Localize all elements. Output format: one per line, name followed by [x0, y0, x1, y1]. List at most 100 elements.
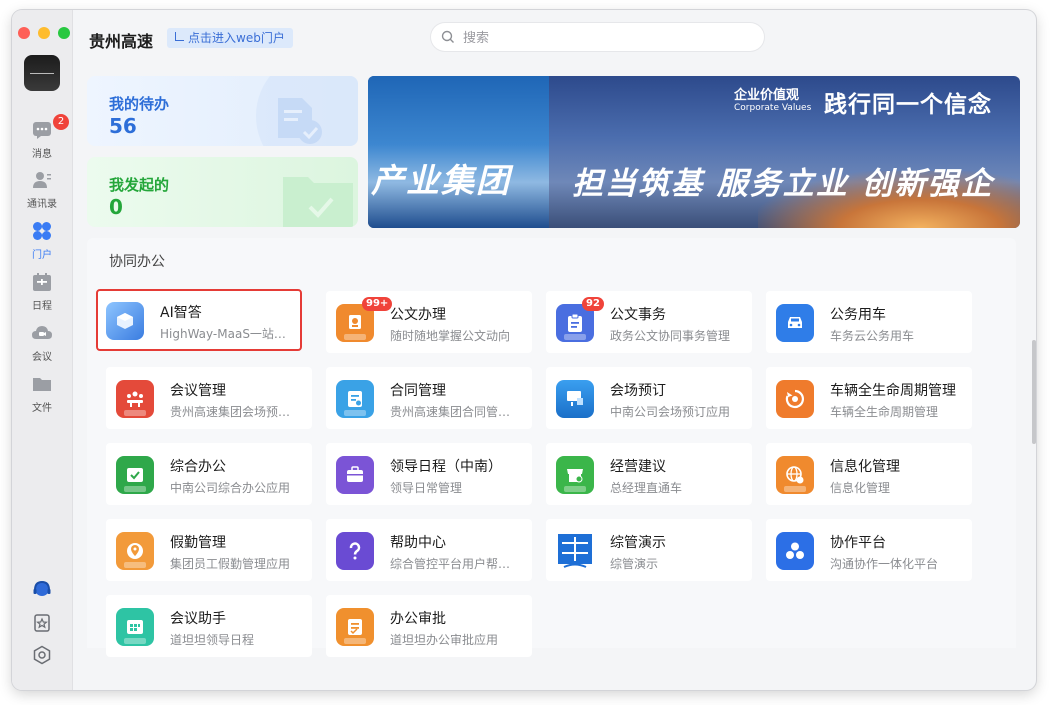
app-title: 公文办理 [390, 307, 446, 323]
app-desc: 道坦坦领导日程 [170, 633, 255, 647]
sidebar-item-contacts[interactable]: 通讯录 [12, 170, 72, 218]
app-desc: 道坦坦办公审批应用 [390, 633, 499, 647]
app-card-ai-answer[interactable]: AI智答 HighWay-MaaS一站… [96, 289, 302, 351]
notification-badge: 99+ [362, 297, 393, 311]
app-card-help-center[interactable]: 帮助中心 综合管控平台用户帮… [326, 519, 532, 581]
app-card-meeting-assistant[interactable]: 会议助手 道坦坦领导日程 [106, 595, 312, 657]
ai-cube-icon [106, 302, 144, 340]
sidebar-item-portal[interactable]: 门户 [12, 221, 72, 269]
app-card-collaboration-platform[interactable]: 协作平台 沟通协作一体化平台 [766, 519, 972, 581]
banner-left-panel [368, 76, 549, 228]
app-card-leader-schedule[interactable]: 领导日程（中南） 领导日常管理 [326, 443, 532, 505]
web-portal-label: 点击进入web门户 [188, 31, 285, 45]
app-window: 2 消息 通讯录 门户 日程 会议 文件 贵州高速 点击进入web门户 搜索 我… [12, 10, 1036, 690]
app-card-leave-attendance[interactable]: 假勤管理 集团员工假勤管理应用 [106, 519, 312, 581]
app-title: 车辆全生命周期管理 [830, 383, 956, 399]
corporate-banner[interactable]: 企业价值观 Corporate Values 践行同一个信念 产业集团 担当筑基… [368, 76, 1020, 228]
help-question-icon [336, 532, 374, 570]
app-card-venue-booking[interactable]: 会场预订 中南公司会场预订应用 [546, 367, 752, 429]
search-box[interactable] [431, 23, 764, 51]
app-desc: 随时随地掌握公文动向 [390, 329, 511, 343]
sidebar-item-calendar[interactable]: 日程 [12, 272, 72, 320]
scrollbar[interactable] [1032, 340, 1036, 444]
app-card-it-management[interactable]: 信息化管理 信息化管理 [766, 443, 972, 505]
headset-icon[interactable] [32, 579, 52, 599]
app-desc: 车务云公务用车 [830, 329, 915, 343]
app-desc: 中南公司会场预订应用 [610, 405, 731, 419]
section-title: 协同办公 [109, 254, 165, 270]
search-icon [441, 30, 454, 43]
app-title: 会议管理 [170, 383, 226, 399]
sidebar-item-files[interactable]: 文件 [12, 374, 72, 422]
car-icon [776, 304, 814, 342]
contract-icon [336, 380, 374, 418]
web-portal-button[interactable]: 点击进入web门户 [167, 28, 293, 48]
calendar-grid-icon [116, 608, 154, 646]
app-desc: 总经理直通车 [610, 481, 683, 495]
calendar-icon [33, 273, 51, 291]
app-card-general-office[interactable]: 综合办公 中南公司综合办公应用 [106, 443, 312, 505]
app-desc: 集团员工假勤管理应用 [170, 557, 291, 571]
app-card-document-affairs[interactable]: 92 公文事务 政务公文协同事务管理 [546, 291, 752, 353]
app-title: 办公审批 [390, 611, 446, 627]
app-title: 公务用车 [830, 307, 886, 323]
sidebar-item-label: 文件 [32, 403, 52, 414]
todo-label: 我的待办 [109, 95, 170, 113]
meeting-people-icon [116, 380, 154, 418]
banner-motto-right: 担当筑基 服务立业 创新强企 [572, 166, 994, 202]
app-title: 信息化管理 [830, 459, 900, 475]
window-zoom-button[interactable] [58, 27, 70, 39]
app-card-document-handling[interactable]: 99+ 公文办理 随时随地掌握公文动向 [326, 291, 532, 353]
meeting-icon [32, 326, 52, 339]
app-desc: 政务公文协同事务管理 [610, 329, 731, 343]
app-title: 综合办公 [170, 459, 226, 475]
sidebar-item-label: 日程 [32, 301, 52, 312]
calendar-check-icon [116, 456, 154, 494]
app-desc: 领导日常管理 [390, 481, 463, 495]
folder-icon [33, 378, 51, 391]
sidebar: 2 消息 通讯录 门户 日程 会议 文件 [12, 10, 73, 690]
app-desc: 综管演示 [610, 557, 659, 571]
app-desc: 中南公司综合办公应用 [170, 481, 291, 495]
top-bar: 贵州高速 点击进入web门户 [72, 10, 1036, 66]
app-title: 假勤管理 [170, 535, 226, 551]
app-card-vehicle-lifecycle[interactable]: 车辆全生命周期管理 车辆全生命周期管理 [766, 367, 972, 429]
app-desc: 车辆全生命周期管理 [830, 405, 939, 419]
app-desc: HighWay-MaaS一站… [160, 327, 286, 341]
settings-icon[interactable] [32, 645, 52, 665]
search-input[interactable] [461, 27, 755, 49]
app-card-official-vehicle[interactable]: 公务用车 车务云公务用车 [766, 291, 972, 353]
message-icon [33, 122, 51, 139]
window-minimize-button[interactable] [38, 27, 50, 39]
approval-document-icon [336, 608, 374, 646]
initiated-card[interactable]: 我发起的 0 [87, 157, 358, 227]
app-card-meeting-management[interactable]: 会议管理 贵州高速集团会场预… [106, 367, 312, 429]
globe-gear-icon [776, 456, 814, 494]
app-card-business-suggestion[interactable]: 经营建议 总经理直通车 [546, 443, 752, 505]
app-desc: 综合管控平台用户帮… [390, 557, 511, 571]
app-title: 贵州高速 [89, 32, 154, 51]
favorite-icon[interactable] [32, 613, 52, 633]
location-pin-icon [116, 532, 154, 570]
sidebar-item-meeting[interactable]: 会议 [12, 323, 72, 371]
app-card-office-approval[interactable]: 办公审批 道坦坦办公审批应用 [326, 595, 532, 657]
window-close-button[interactable] [18, 27, 30, 39]
document-check-icon [256, 76, 358, 146]
initiated-count: 0 [109, 195, 123, 219]
app-desc: 信息化管理 [830, 481, 891, 495]
sidebar-item-messages[interactable]: 2 消息 [12, 114, 72, 168]
my-todo-card[interactable]: 我的待办 56 [87, 76, 358, 146]
app-card-contract-management[interactable]: 合同管理 贵州高速集团合同管… [326, 367, 532, 429]
corporate-values-en: Corporate Values [734, 103, 812, 113]
contacts-icon [33, 172, 51, 188]
app-title: 公文事务 [610, 307, 666, 323]
app-title: 会场预订 [610, 383, 666, 399]
app-title: 协作平台 [830, 535, 886, 551]
app-card-management-demo[interactable]: 综管演示 综管演示 [546, 519, 752, 581]
avatar[interactable] [24, 55, 60, 91]
lifecycle-icon [776, 380, 814, 418]
sidebar-item-label: 会议 [32, 352, 52, 363]
app-title: 领导日程（中南） [390, 459, 502, 475]
app-desc: 贵州高速集团会场预… [170, 405, 291, 419]
sidebar-item-label: 门户 [32, 250, 52, 261]
